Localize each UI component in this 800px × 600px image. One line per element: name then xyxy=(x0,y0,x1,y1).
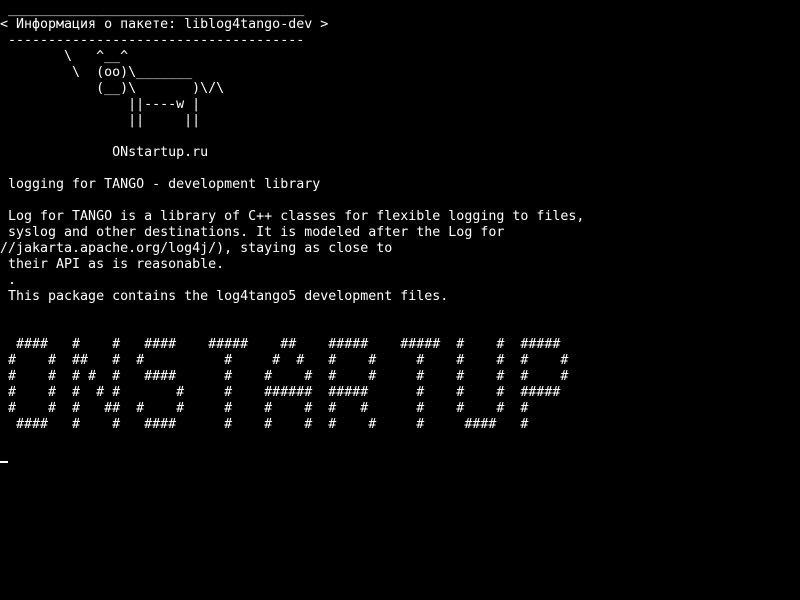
package-description-line: . xyxy=(0,273,17,288)
cowsay-bubble-text: < Информация о пакете: liblog4tango-dev … xyxy=(0,17,329,32)
banner-ascii-line: # # # # # # # ###### ##### # # # ##### xyxy=(0,385,561,400)
banner-ascii-line: # # # # # #### # # # # # # # # # # xyxy=(0,369,569,384)
terminal-screen: _____________________________________ < … xyxy=(0,0,800,600)
cow-ascii-line: \ ^__^ xyxy=(0,49,129,64)
package-summary: logging for TANGO - development library xyxy=(0,177,321,192)
cowsay-bubble-top: _____________________________________ xyxy=(0,2,305,17)
banner-ascii-line: #### # # #### ##### ## ##### ##### # # #… xyxy=(0,337,561,352)
banner-ascii-line: # # # ## # # # # # # # # # # # xyxy=(0,401,529,416)
package-description-line: syslog and other destinations. It is mod… xyxy=(0,225,505,240)
package-description-line: //jakarta.apache.org/log4j/), staying as… xyxy=(0,241,393,256)
package-description-line: their API as is reasonable. xyxy=(0,257,225,272)
cow-ascii-line: || || xyxy=(0,113,201,128)
package-description-line: Log for TANGO is a library of C++ classe… xyxy=(0,209,585,224)
banner-ascii-line: #### # # #### # # # # # # #### # xyxy=(0,417,529,432)
text-cursor xyxy=(0,461,8,463)
cow-ascii-line: ||----w | xyxy=(0,97,201,112)
site-name: ONstartup.ru xyxy=(0,145,209,160)
package-description-line: This package contains the log4tango5 dev… xyxy=(0,289,449,304)
cowsay-bubble-bottom: ------------------------------------- xyxy=(0,33,305,48)
banner-ascii-line: # # ## # # # # # # # # # # # # xyxy=(0,353,569,368)
cow-ascii-line: (__)\ )\/\ xyxy=(0,81,225,96)
cow-ascii-line: \ (oo)\_______ xyxy=(0,65,193,80)
